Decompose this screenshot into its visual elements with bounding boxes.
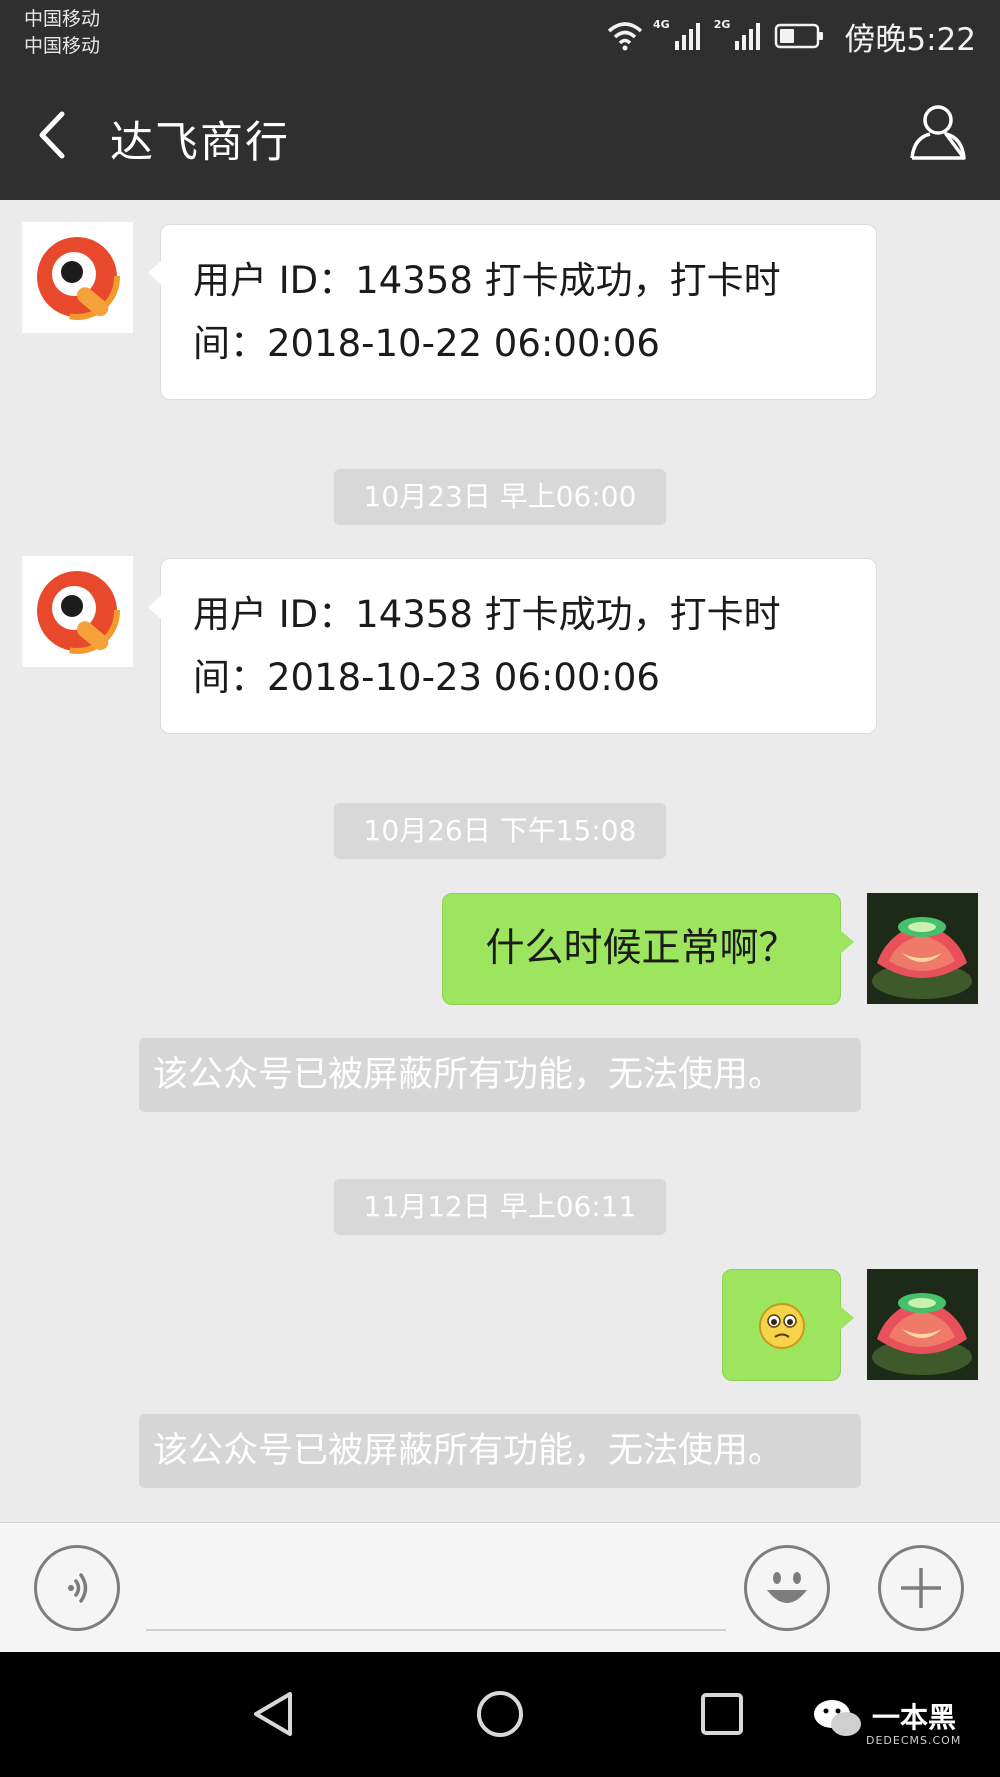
chevron-left-icon: [39, 111, 65, 159]
battery-icon: [775, 23, 824, 49]
user-avatar[interactable]: [867, 893, 978, 1004]
pleading-face-emoji: [759, 1303, 805, 1349]
logo-icon: [34, 234, 120, 320]
lotus-avatar-icon: [867, 893, 978, 1004]
plus-icon: [901, 1568, 941, 1608]
wifi-icon: [607, 22, 643, 51]
message-timestamp: 11月12日 早上06:11: [334, 1179, 666, 1235]
message-text-line: 用户 ID：14358 打卡成功，打卡时: [193, 259, 781, 302]
network-type-1: 4G: [653, 17, 670, 31]
outgoing-emoji-bubble[interactable]: [722, 1269, 854, 1381]
square-recents-icon: [701, 1693, 743, 1735]
watermark-text: 一本黑: [872, 1701, 957, 1734]
chat-screen: 中国移动 中国移动 4G 2G 傍晚5:22 达飞商行 用户 ID：14358 …: [0, 0, 1000, 1777]
system-notice: 该公众号已被屏蔽所有功能，无法使用。: [139, 1038, 861, 1112]
lotus-avatar-icon: [867, 1269, 978, 1380]
signal-icon-2: [735, 23, 761, 50]
title-bar: 达飞商行: [0, 70, 1000, 200]
message-text: 什么时候正常啊？: [485, 926, 798, 971]
message-text-line: 用户 ID：14358 打卡成功，打卡时: [193, 593, 781, 636]
chat-title: 达飞商行: [110, 118, 290, 168]
outgoing-message-bubble[interactable]: 什么时候正常啊？: [442, 893, 854, 1005]
incoming-message-bubble[interactable]: 用户 ID：14358 打卡成功，打卡时 间：2018-10-22 06:00:…: [148, 224, 877, 400]
status-bar: 中国移动 中国移动 4G 2G 傍晚5:22: [0, 0, 1000, 70]
circle-home-icon: [477, 1691, 523, 1737]
message-text-line: 间：2018-10-22 06:00:06: [193, 322, 660, 365]
voice-icon: [68, 1573, 88, 1603]
system-notice: 该公众号已被屏蔽所有功能，无法使用。: [139, 1414, 861, 1488]
profile-button[interactable]: [906, 100, 970, 164]
system-navigation-bar: 一本黑 DEDECMS.COM: [0, 1652, 1000, 1777]
person-icon: [910, 105, 966, 160]
emoji-button[interactable]: [744, 1545, 830, 1631]
incoming-message-bubble[interactable]: 用户 ID：14358 打卡成功，打卡时 间：2018-10-23 06:00:…: [148, 558, 877, 734]
status-indicators: 4G 2G 傍晚5:22: [607, 14, 976, 58]
nav-recents-button[interactable]: [686, 1678, 758, 1750]
triangle-back-icon: [254, 1692, 292, 1736]
message-timestamp: 10月26日 下午15:08: [334, 803, 666, 859]
back-button[interactable]: [26, 102, 86, 168]
signal-icon-1: [674, 23, 700, 50]
clock: 傍晚5:22: [844, 21, 976, 58]
smiley-icon: [767, 1572, 807, 1603]
chat-message-list[interactable]: 用户 ID：14358 打卡成功，打卡时 间：2018-10-22 06:00:…: [0, 200, 1000, 1522]
network-type-2: 2G: [713, 17, 731, 31]
watermark-subtext: DEDECMS.COM: [866, 1734, 962, 1747]
official-account-avatar[interactable]: [22, 556, 133, 667]
carrier-info: 中国移动 中国移动: [24, 6, 100, 60]
voice-button[interactable]: [34, 1545, 120, 1631]
user-avatar[interactable]: [867, 1269, 978, 1380]
carrier-label-2: 中国移动: [24, 35, 101, 57]
watermark: 一本黑 DEDECMS.COM: [810, 1700, 980, 1770]
logo-icon: [34, 568, 120, 654]
carrier-label-1: 中国移动: [24, 8, 101, 30]
message-input-bar: [0, 1522, 1000, 1652]
message-input[interactable]: [146, 1543, 726, 1631]
wechat-icon: [814, 1700, 861, 1736]
nav-home-button[interactable]: [464, 1678, 536, 1750]
nav-back-button[interactable]: [240, 1678, 312, 1750]
more-button[interactable]: [878, 1545, 964, 1631]
official-account-avatar[interactable]: [22, 222, 133, 333]
message-text-line: 间：2018-10-23 06:00:06: [193, 656, 660, 699]
message-timestamp: 10月23日 早上06:00: [334, 469, 666, 525]
